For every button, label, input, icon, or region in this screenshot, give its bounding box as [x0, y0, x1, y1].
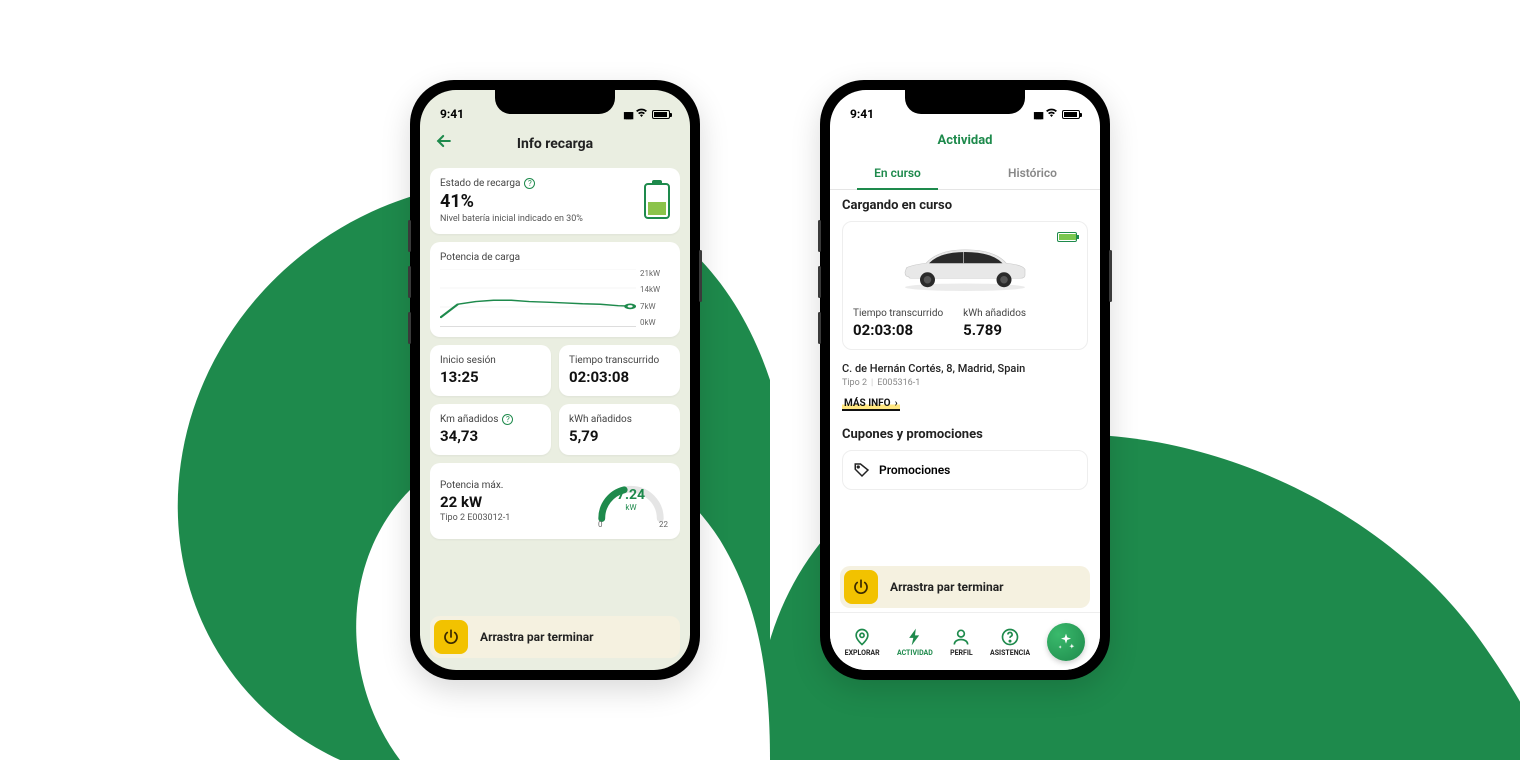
stop-charge-slider[interactable]: Arrastra par terminar [840, 566, 1090, 608]
kwh-added-card: kWh añadidos 5,79 [559, 404, 680, 455]
chevron-right-icon: › [895, 398, 898, 409]
power-icon [434, 620, 468, 654]
battery-status-icon [1057, 232, 1077, 242]
notch [495, 90, 615, 114]
status-time: 9:41 [850, 107, 874, 121]
promotions-row[interactable]: Promociones [842, 450, 1088, 490]
nav-actividad[interactable]: ACTIVIDAD [897, 627, 933, 657]
notch [905, 90, 1025, 114]
bolt-icon [905, 627, 925, 647]
gauge-value: 7.24 [592, 487, 670, 503]
battery-icon [652, 110, 670, 119]
battery-icon [1062, 110, 1080, 119]
status-icons [623, 108, 670, 121]
recharge-state-card: Estado de recarga? 41% Nivel batería ini… [430, 168, 680, 234]
state-sub: Nivel batería inicial indicado en 30% [440, 214, 644, 224]
tab-en-curso[interactable]: En curso [830, 156, 965, 189]
location-block: C. de Hernán Cortés, 8, Madrid, Spain Ti… [842, 362, 1088, 411]
km-label: Km añadidos [440, 414, 498, 425]
phone-mockup-info-recarga: 9:41 Info recarga Estado de [410, 80, 700, 680]
wifi-icon [1045, 108, 1058, 121]
user-icon [951, 627, 971, 647]
signal-icon [1033, 108, 1041, 121]
session-start-card: Inicio sesión 13:25 [430, 345, 551, 396]
kwh-label: kWh añadidos [963, 308, 1026, 319]
nav-asistencia[interactable]: ASISTENCIA [990, 627, 1030, 657]
connector-type: Tipo 2 [842, 378, 867, 388]
section-title: Cargando en curso [842, 198, 1088, 213]
gauge-lo: 0 [598, 520, 603, 529]
address: C. de Hernán Cortés, 8, Madrid, Spain [842, 362, 1088, 375]
help-icon[interactable]: ? [502, 414, 513, 425]
sparkle-icon [1056, 632, 1076, 652]
signal-icon [623, 108, 631, 121]
page-title: Info recarga [517, 136, 593, 152]
slider-text: Arrastra par terminar [878, 580, 1086, 594]
more-info-link[interactable]: MÁS INFO › [842, 398, 900, 411]
charging-session-card[interactable]: Tiempo transcurrido 02:03:08 kWh añadido… [842, 221, 1088, 350]
state-value: 41% [440, 191, 644, 212]
kwh-value: 5,79 [569, 427, 670, 445]
session-start-label: Inicio sesión [440, 355, 541, 366]
power-icon [844, 570, 878, 604]
state-label: Estado de recarga [440, 178, 520, 189]
status-icons [1033, 108, 1080, 121]
elapsed-label: Tiempo transcurrido [853, 308, 943, 319]
km-value: 34,73 [440, 427, 541, 445]
back-button[interactable] [434, 131, 454, 157]
phone-mockup-actividad: 9:41 Actividad En curso Histórico Cargan… [820, 80, 1110, 680]
gauge-hi: 22 [659, 520, 668, 529]
power-gauge: 7.24 kW 0 22 [592, 473, 670, 529]
max-power-card: Potencia máx. 22 kW Tipo 2 E003012-1 7.2… [430, 463, 680, 539]
power-chart [440, 269, 636, 327]
stop-charge-slider[interactable]: Arrastra par terminar [430, 616, 680, 658]
km-added-card: Km añadidos? 34,73 [430, 404, 551, 455]
slider-text: Arrastra par terminar [468, 630, 676, 644]
vehicle-image [853, 232, 1077, 302]
power-chart-card: Potencia de carga [430, 242, 680, 337]
nav-perfil[interactable]: PERFIL [950, 627, 973, 657]
kwh-value: 5.789 [963, 321, 1026, 339]
status-time: 9:41 [440, 107, 464, 121]
elapsed-card: Tiempo transcurrido 02:03:08 [559, 345, 680, 396]
wifi-icon [635, 108, 648, 121]
page-title: Actividad [938, 133, 993, 148]
help-icon [1000, 627, 1020, 647]
help-icon[interactable]: ? [524, 178, 535, 189]
battery-level-icon [644, 183, 670, 219]
tag-icon [853, 461, 871, 479]
gauge-unit: kW [592, 503, 670, 512]
activity-tabs: En curso Histórico [830, 156, 1100, 190]
max-power-label: Potencia máx. [440, 480, 510, 491]
bottom-nav: EXPLORAR ACTIVIDAD PERFIL ASISTENCIA [830, 612, 1100, 670]
session-start-value: 13:25 [440, 368, 541, 386]
elapsed-label: Tiempo transcurrido [569, 355, 670, 366]
tab-historico[interactable]: Histórico [965, 156, 1100, 189]
max-power-value: 22 kW [440, 493, 510, 511]
elapsed-value: 02:03:08 [569, 368, 670, 386]
kwh-label: kWh añadidos [569, 414, 670, 425]
elapsed-value: 02:03:08 [853, 321, 943, 339]
chart-y-ticks: 21kW 14kW 7kW 0kW [636, 269, 670, 327]
max-power-sub: Tipo 2 E003012-1 [440, 513, 510, 523]
charger-id: E005316-1 [877, 378, 920, 388]
coupon-label: Promociones [879, 463, 950, 477]
coupons-title: Cupones y promociones [842, 427, 1088, 442]
chart-label: Potencia de carga [440, 252, 520, 263]
pin-icon [852, 627, 872, 647]
fab-sparkle-button[interactable] [1047, 623, 1085, 661]
nav-explorar[interactable]: EXPLORAR [845, 627, 880, 657]
